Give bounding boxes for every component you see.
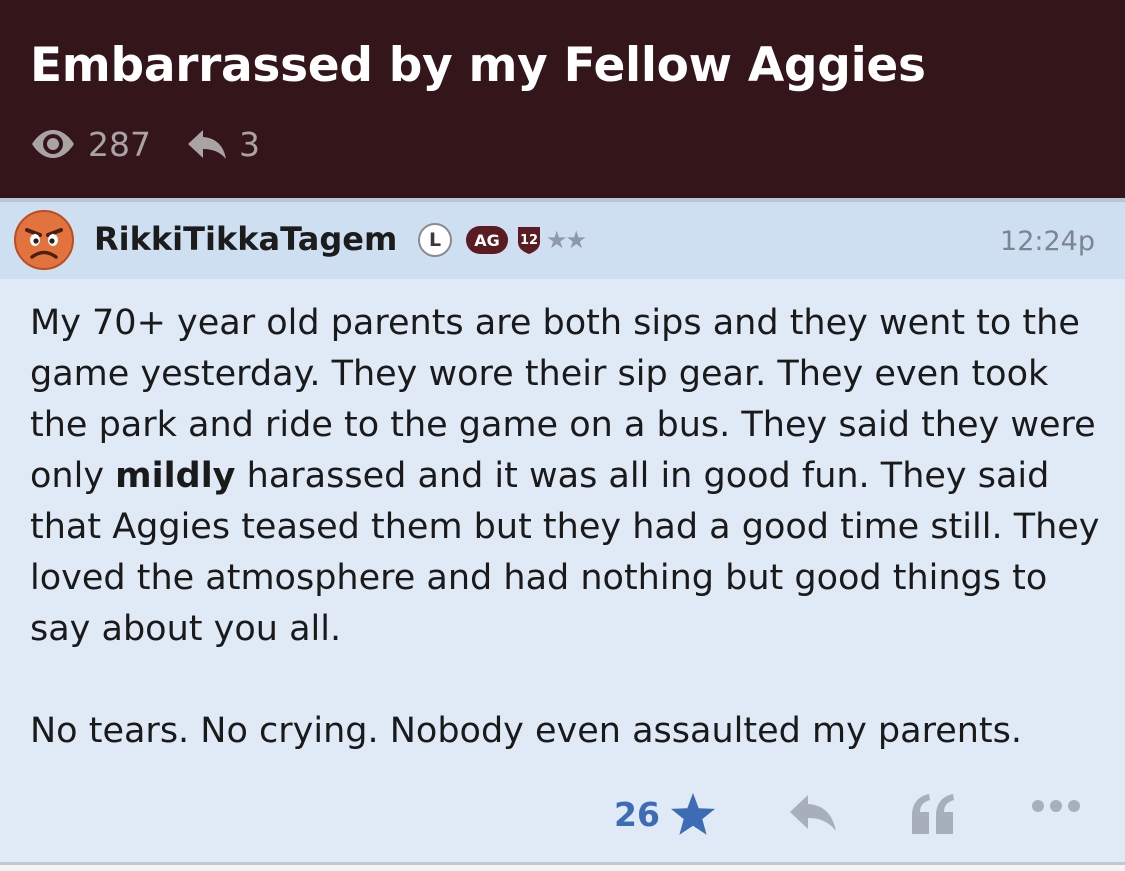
username[interactable]: RikkiTikkaTagem [94, 220, 397, 258]
shield-12-badge-icon: 12 [518, 227, 540, 254]
angry-face-avatar[interactable] [14, 210, 74, 270]
badge-l: L [418, 223, 452, 257]
post-text-bold: mildly [115, 456, 236, 496]
thread-title: Embarrassed by my Fellow Aggies [30, 38, 926, 93]
replies-stat: 3 [187, 125, 260, 164]
badge-12-label: 12 [520, 233, 538, 248]
post-paragraph-2: No tears. No crying. Nobody even assault… [30, 711, 1022, 751]
post-actions: 26 [0, 786, 1125, 842]
eye-icon [32, 130, 74, 158]
star-icon [670, 793, 715, 835]
quote-icon[interactable] [908, 792, 958, 836]
replies-count: 3 [239, 124, 260, 164]
badge-ag: AG [466, 226, 508, 254]
user-badges: L AG 12 ★★ [418, 223, 587, 257]
thread-stats: 287 3 [30, 124, 260, 164]
more-icon[interactable] [1030, 796, 1082, 816]
views-count: 287 [88, 124, 151, 164]
next-post-edge [0, 865, 1125, 871]
post-paragraph-1: My 70+ year old parents are both sips an… [30, 298, 1100, 655]
like-count: 26 [614, 794, 660, 834]
thread-header: Embarrassed by my Fellow Aggies 287 3 [0, 0, 1125, 198]
like-button[interactable]: 26 [614, 790, 716, 838]
post-timestamp: 12:24p [1000, 226, 1095, 257]
rating-stars: ★★ [546, 226, 587, 254]
reply-icon [188, 130, 226, 159]
views-stat: 287 [30, 125, 151, 164]
post-body: My 70+ year old parents are both sips an… [30, 298, 1100, 757]
reply-icon[interactable] [788, 792, 838, 832]
post-header: RikkiTikkaTagem L AG 12 ★★ 12:24p [0, 202, 1125, 279]
